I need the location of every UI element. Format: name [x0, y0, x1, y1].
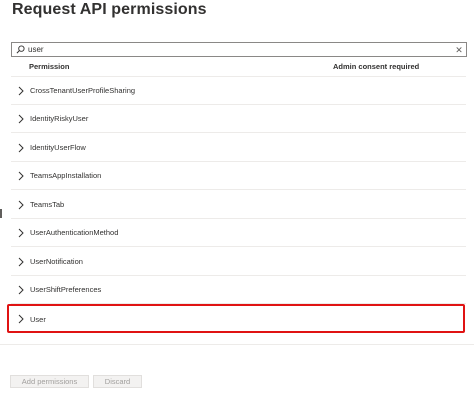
chevron-right-icon: [16, 142, 26, 154]
discard-button[interactable]: Discard: [93, 375, 142, 388]
chevron-right-icon: [16, 227, 26, 239]
permission-row-teamstab[interactable]: TeamsTab: [11, 191, 466, 219]
chevron-right-icon: [16, 170, 26, 182]
request-api-permissions-panel: Request API permissions ✕ Permission Adm…: [0, 0, 474, 393]
permission-label: CrossTenantUserProfileSharing: [30, 86, 136, 95]
permission-label: TeamsAppInstallation: [30, 171, 102, 180]
permission-label: UserNotification: [30, 257, 83, 266]
permission-row-usernotification[interactable]: UserNotification: [11, 248, 466, 276]
permission-row-userauthenticationmethod[interactable]: UserAuthenticationMethod: [11, 219, 466, 247]
chevron-right-icon: [16, 199, 26, 211]
chevron-right-icon: [16, 313, 26, 325]
search-icon: [15, 45, 25, 55]
permission-label: IdentityRiskyUser: [30, 114, 89, 123]
permission-row-crosstenantuserprofilesharing[interactable]: CrossTenantUserProfileSharing: [11, 77, 466, 105]
permission-row-teamsappinstallation[interactable]: TeamsAppInstallation: [11, 162, 466, 190]
column-header-admin-consent: Admin consent required: [333, 62, 420, 71]
clear-search-icon[interactable]: ✕: [454, 44, 464, 56]
permission-label: TeamsTab: [30, 200, 65, 209]
permission-label: IdentityUserFlow: [30, 143, 86, 152]
add-permissions-button[interactable]: Add permissions: [10, 375, 89, 388]
permission-label: User: [30, 314, 46, 324]
permission-row-usershiftpreferences[interactable]: UserShiftPreferences: [11, 276, 466, 304]
column-header-permission: Permission: [29, 62, 70, 71]
panel-edge-marker: [0, 209, 2, 218]
permission-row-user[interactable]: User: [11, 305, 466, 333]
chevron-right-icon: [16, 85, 26, 97]
search-input[interactable]: [25, 43, 454, 56]
page-title: Request API permissions: [12, 1, 207, 18]
search-box[interactable]: ✕: [11, 42, 467, 57]
permission-label: UserAuthenticationMethod: [30, 228, 119, 237]
permission-row-identityriskyuser[interactable]: IdentityRiskyUser: [11, 105, 466, 133]
footer-divider: [0, 344, 474, 345]
chevron-right-icon: [16, 113, 26, 125]
chevron-right-icon: [16, 284, 26, 296]
permission-label: UserShiftPreferences: [30, 285, 102, 294]
permission-row-identityuserflow[interactable]: IdentityUserFlow: [11, 134, 466, 162]
chevron-right-icon: [16, 256, 26, 268]
